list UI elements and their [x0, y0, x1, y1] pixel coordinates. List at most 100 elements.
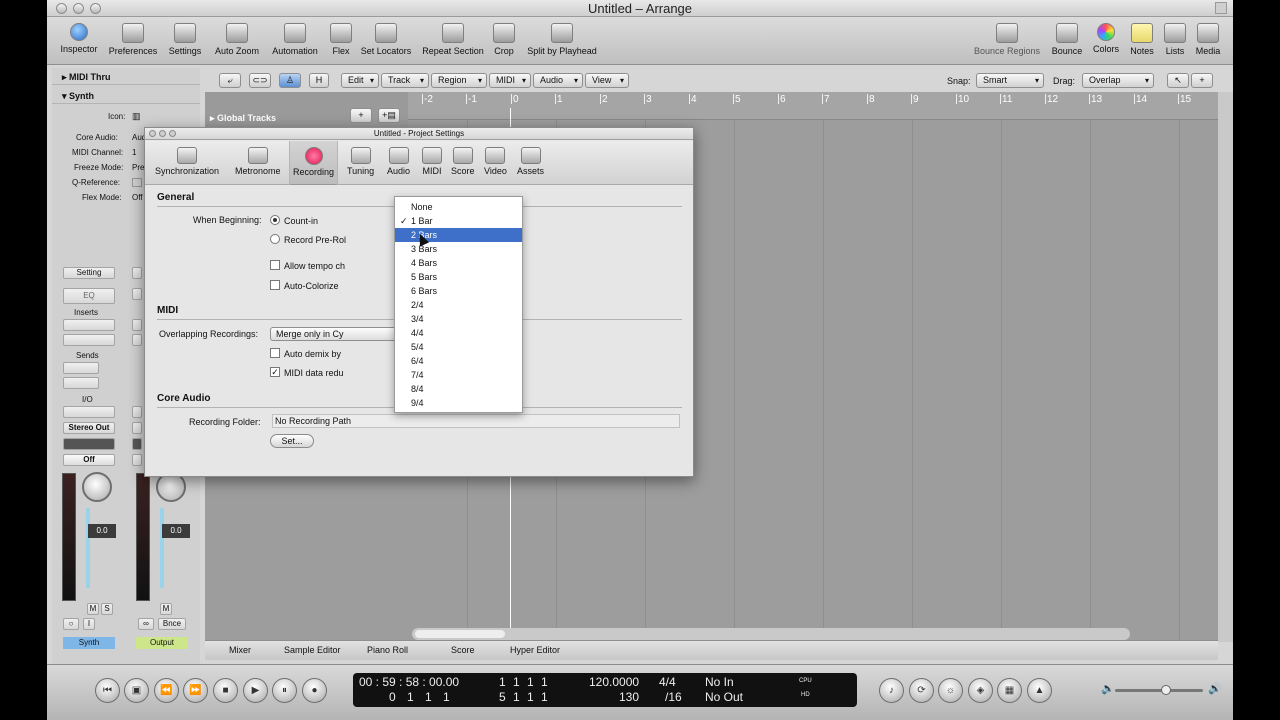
bounce-button[interactable]: Bounce: [1050, 23, 1084, 56]
track-menu[interactable]: Track: [381, 73, 429, 88]
vertical-scrollbar[interactable]: [1218, 92, 1233, 642]
mute-button-2[interactable]: M: [160, 603, 172, 615]
output-slot[interactable]: Stereo Out: [63, 422, 115, 434]
mute-button-1[interactable]: M: [87, 603, 99, 615]
sync-toggle[interactable]: ◈: [968, 678, 993, 703]
forward-button[interactable]: ⏩: [183, 678, 208, 703]
tab-assets[interactable]: Assets: [517, 147, 544, 176]
go-to-beginning-button[interactable]: ⏮: [95, 678, 120, 703]
menu-item[interactable]: 8/4: [395, 382, 522, 396]
insert-slot-1[interactable]: [63, 319, 115, 331]
menu-item[interactable]: None: [395, 200, 522, 214]
send-slot-1[interactable]: [63, 362, 99, 374]
record-preroll-radio[interactable]: [270, 234, 280, 244]
tab-metronome[interactable]: Metronome: [235, 147, 281, 176]
allow-tempo-checkbox[interactable]: [270, 260, 280, 270]
automation-button[interactable]: Automation: [267, 23, 323, 56]
midi-menu[interactable]: MIDI: [489, 73, 531, 88]
back-button[interactable]: ⤶: [219, 73, 241, 88]
insert-slot-2-2[interactable]: [132, 334, 142, 346]
menu-item[interactable]: 6/4: [395, 354, 522, 368]
record-enable-button[interactable]: ○: [63, 618, 79, 630]
solo-button-1[interactable]: S: [101, 603, 113, 615]
automation-mode-2[interactable]: [132, 454, 142, 466]
audio-menu[interactable]: Audio: [533, 73, 583, 88]
menu-item[interactable]: 2/4: [395, 298, 522, 312]
repeat-section-button[interactable]: Repeat Section: [420, 23, 486, 56]
midi-channel-value[interactable]: 1: [132, 148, 136, 157]
auto-demix-checkbox[interactable]: [270, 348, 280, 358]
io-slot-2[interactable]: [132, 406, 142, 418]
pointer-tool-button[interactable]: ↖: [1167, 73, 1189, 88]
io-slot[interactable]: [63, 406, 115, 418]
view-menu[interactable]: View: [585, 73, 629, 88]
auto-colorize-checkbox[interactable]: [270, 280, 280, 290]
menu-item[interactable]: 6 Bars: [395, 284, 522, 298]
dialog-close-button[interactable]: [149, 130, 156, 137]
cycle-button[interactable]: ▣: [124, 678, 149, 703]
tab-sample-editor[interactable]: Sample Editor: [284, 645, 341, 655]
flex-button[interactable]: Flex: [329, 23, 353, 56]
group-slot[interactable]: [63, 438, 115, 450]
edit-menu[interactable]: Edit: [341, 73, 379, 88]
automation-mode[interactable]: Off: [63, 454, 115, 466]
eq-button-2[interactable]: [132, 288, 142, 300]
catch-button[interactable]: ♙: [279, 73, 301, 88]
replace-toggle[interactable]: ⟳: [909, 678, 934, 703]
send-slot-2[interactable]: [63, 377, 99, 389]
pan-knob-1[interactable]: [82, 472, 112, 502]
menu-item[interactable]: 5 Bars: [395, 270, 522, 284]
zoom-slider[interactable]: [1132, 626, 1212, 640]
auto-zoom-button[interactable]: Auto Zoom: [211, 23, 263, 56]
volume-fader-1[interactable]: [86, 508, 90, 588]
rewind-button[interactable]: ⏪: [154, 678, 179, 703]
link-icon[interactable]: ∞: [138, 618, 154, 630]
transport-display[interactable]: 00 : 59 : 58 : 00.00 0 1 1 1 1 1 1 1 5 1…: [353, 673, 857, 707]
menu-item[interactable]: 5/4: [395, 340, 522, 354]
tab-score[interactable]: Score: [451, 645, 475, 655]
menu-item[interactable]: 3 Bars: [395, 242, 522, 256]
tab-mixer[interactable]: Mixer: [229, 645, 251, 655]
tab-hyper-editor[interactable]: Hyper Editor: [510, 645, 560, 655]
notes-button[interactable]: Notes: [1127, 23, 1157, 56]
menu-item[interactable]: ✓ 1 Bar: [395, 214, 522, 228]
inspector-button[interactable]: Inspector: [57, 23, 101, 54]
volume-fader-2[interactable]: [160, 508, 164, 588]
keyboard-icon[interactable]: ▥: [132, 111, 141, 122]
bounce-strip-button[interactable]: Bnce: [158, 618, 186, 630]
menu-item[interactable]: 3/4: [395, 312, 522, 326]
setting-button-2[interactable]: [132, 267, 142, 279]
bar-ruler[interactable]: -2 -1 0 1 2 3 4 5 6 7 8 9 10 11 12 13 14…: [408, 92, 1218, 120]
menu-item[interactable]: 4 Bars: [395, 256, 522, 270]
dialog-minimize-button[interactable]: [159, 130, 166, 137]
volume-thumb[interactable]: [1161, 685, 1171, 695]
tab-recording[interactable]: Recording: [289, 141, 339, 185]
tuner-toggle[interactable]: ▲: [1027, 678, 1052, 703]
strip-name-output[interactable]: Output: [136, 637, 188, 649]
link-button[interactable]: ⊂⊃: [249, 73, 271, 88]
duplicate-track-button[interactable]: +▤: [378, 108, 400, 123]
metronome-toggle[interactable]: ♪: [879, 678, 904, 703]
output-slot-2[interactable]: [132, 422, 142, 434]
set-folder-button[interactable]: Set...: [270, 434, 314, 448]
colors-button[interactable]: Colors: [1090, 23, 1122, 54]
midi-data-reduction-checkbox[interactable]: ✓: [270, 367, 280, 377]
drag-select[interactable]: Overlap: [1082, 73, 1154, 88]
add-track-button[interactable]: +: [350, 108, 372, 123]
dialog-zoom-button[interactable]: [169, 130, 176, 137]
stop-button[interactable]: ■: [213, 678, 238, 703]
synth-row[interactable]: ▾ Synth: [52, 89, 200, 104]
lists-button[interactable]: Lists: [1163, 23, 1187, 56]
record-button[interactable]: ●: [302, 678, 327, 703]
media-button[interactable]: Media: [1192, 23, 1224, 56]
menu-item[interactable]: 7/4: [395, 368, 522, 382]
insert-slot-2-1[interactable]: [132, 319, 142, 331]
group-slot-2[interactable]: [132, 438, 142, 450]
crop-button[interactable]: Crop: [492, 23, 516, 56]
eq-button[interactable]: EQ: [63, 288, 115, 304]
master-volume-slider[interactable]: [1115, 685, 1203, 695]
setting-button[interactable]: Setting: [63, 267, 115, 279]
count-in-radio[interactable]: [270, 215, 280, 225]
scroll-thumb[interactable]: [415, 630, 505, 638]
solo-toggle[interactable]: ☼: [938, 678, 963, 703]
